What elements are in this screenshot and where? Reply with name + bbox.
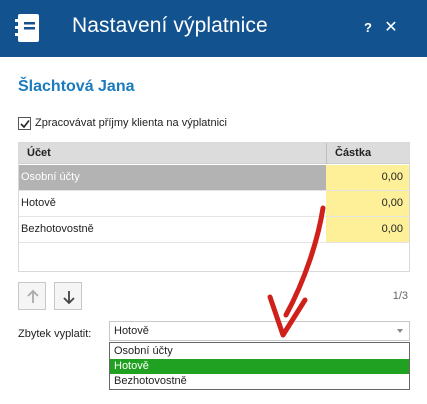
dropdown-option-bezhotovostne[interactable]: Bezhotovostně: [110, 374, 409, 389]
amount-cell[interactable]: 0,00: [326, 165, 409, 190]
process-income-row[interactable]: Zpracovávat příjmy klienta na výplatnici: [18, 116, 227, 130]
accounts-grid: Účet Částka Osobní účty 0,00 Hotově 0,00…: [18, 142, 410, 272]
column-header-account[interactable]: Účet: [27, 147, 51, 159]
account-cell[interactable]: Bezhotovostně: [19, 217, 326, 242]
account-name: Osobní účty: [21, 171, 80, 183]
checkmark-icon: [20, 119, 30, 128]
remainder-select[interactable]: Hotově: [109, 321, 410, 341]
dropdown-option-osobni-ucty[interactable]: Osobní účty: [110, 344, 409, 359]
option-label: Hotově: [114, 360, 149, 372]
table-row[interactable]: Bezhotovostně 0,00: [19, 217, 409, 243]
process-income-checkbox[interactable]: [18, 116, 31, 130]
account-cell[interactable]: Osobní účty: [19, 165, 326, 190]
close-button[interactable]: ✕: [382, 18, 400, 38]
account-name: Bezhotovostně: [21, 223, 94, 235]
option-label: Osobní účty: [114, 345, 173, 357]
amount-value: 0,00: [381, 223, 403, 235]
remainder-dropdown-list: Osobní účty Hotově Bezhotovostně: [109, 342, 410, 390]
move-up-button[interactable]: [18, 282, 46, 310]
column-header-amount: Částka: [335, 147, 372, 159]
window-title: Nastavení výplatnice: [72, 14, 268, 37]
amount-cell[interactable]: 0,00: [326, 217, 409, 242]
grid-header: Účet Částka: [19, 143, 409, 164]
notebook-icon: [15, 14, 39, 42]
table-row[interactable]: Osobní účty 0,00: [19, 165, 409, 191]
client-name: Šlachtová Jana: [18, 78, 135, 95]
move-down-button[interactable]: [54, 282, 82, 310]
remainder-selected-value: Hotově: [114, 325, 149, 337]
arrow-up-icon: [27, 289, 39, 303]
row-position: 1/3: [392, 290, 408, 302]
help-button[interactable]: ?: [360, 18, 376, 38]
process-income-label: Zpracovávat příjmy klienta na výplatnici: [35, 117, 227, 129]
amount-value: 0,00: [381, 197, 403, 209]
amount-cell[interactable]: 0,00: [326, 191, 409, 216]
amount-value: 0,00: [381, 171, 403, 183]
option-label: Bezhotovostně: [114, 375, 187, 387]
account-name: Hotově: [21, 197, 56, 209]
chevron-down-icon[interactable]: [397, 329, 403, 333]
arrow-down-icon: [63, 291, 75, 305]
title-bar: Nastavení výplatnice ? ✕: [0, 0, 427, 57]
dropdown-option-hotove[interactable]: Hotově: [110, 359, 409, 374]
table-row[interactable]: Hotově 0,00: [19, 191, 409, 217]
account-cell[interactable]: Hotově: [19, 191, 326, 216]
remainder-label: Zbytek vyplatit:: [18, 328, 92, 340]
column-header-amount-cell[interactable]: Částka: [326, 143, 409, 164]
